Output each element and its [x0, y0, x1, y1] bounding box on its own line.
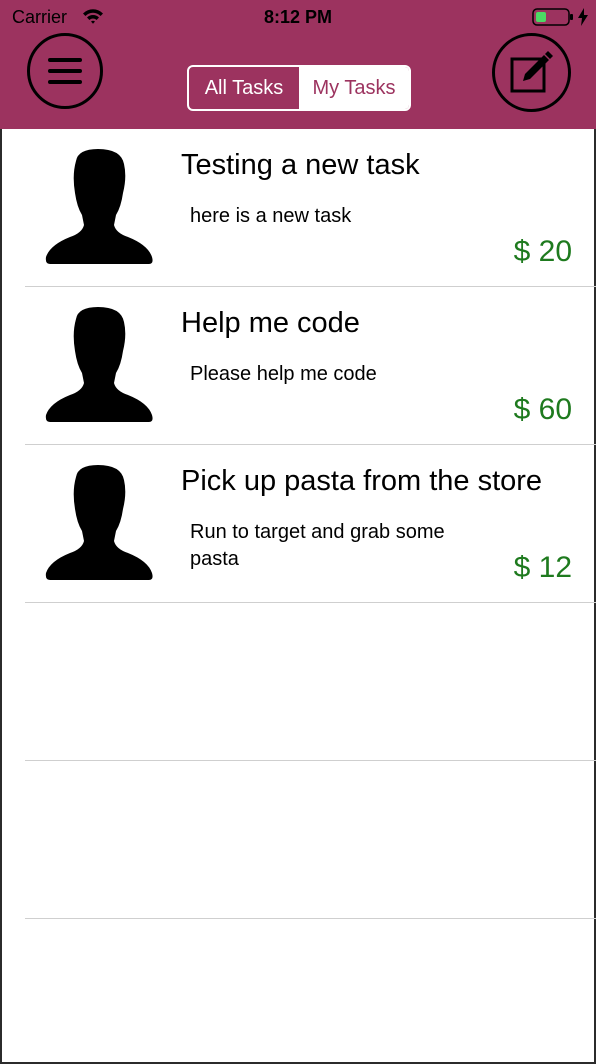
task-description: Please help me code	[190, 363, 377, 385]
new-task-button[interactable]	[492, 33, 571, 112]
nav-header: Carrier 8:12 PM All Tasks My Tasks	[0, 0, 596, 129]
task-row[interactable]: Help me code Please help me code $ 60	[0, 287, 596, 445]
status-bar: Carrier 8:12 PM	[0, 0, 596, 36]
task-price: $ 20	[513, 235, 572, 268]
task-description: Run to target and grab some pasta	[190, 521, 445, 570]
empty-row	[0, 761, 596, 919]
avatar-icon	[44, 305, 154, 430]
task-description: here is a new task	[190, 205, 352, 227]
battery-icon	[532, 8, 574, 31]
menu-button[interactable]	[27, 33, 103, 109]
row-divider	[25, 918, 596, 919]
task-price: $ 12	[513, 551, 572, 584]
avatar-icon	[44, 147, 154, 272]
empty-row	[0, 603, 596, 761]
charging-icon	[578, 8, 588, 31]
tab-my-tasks[interactable]: My Tasks	[299, 67, 409, 109]
task-title: Help me code	[181, 307, 360, 339]
task-filter-segmented-control: All Tasks My Tasks	[187, 65, 411, 111]
status-time: 8:12 PM	[263, 7, 333, 27]
task-title: Pick up pasta from the store	[181, 465, 543, 497]
compose-icon	[510, 51, 553, 93]
avatar-icon	[44, 463, 154, 588]
task-row[interactable]: Testing a new task here is a new task $ …	[0, 129, 596, 287]
task-title: Testing a new task	[181, 149, 420, 181]
tab-all-tasks[interactable]: All Tasks	[189, 67, 299, 109]
task-list: Testing a new task here is a new task $ …	[0, 129, 596, 919]
task-row[interactable]: Pick up pasta from the store Run to targ…	[0, 445, 596, 603]
task-price: $ 60	[513, 393, 572, 426]
